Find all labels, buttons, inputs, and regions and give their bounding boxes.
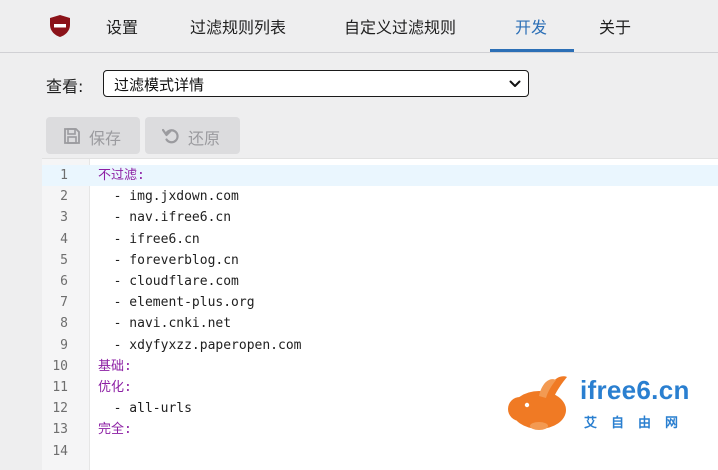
code-text: - cloudflare.com bbox=[98, 274, 239, 289]
code-line[interactable]: 5 - foreverblog.cn bbox=[42, 250, 718, 271]
code-text: - img.jxdown.com bbox=[98, 189, 239, 205]
code-text: - foreverblog.cn bbox=[98, 252, 239, 268]
code-text: 优化: bbox=[98, 380, 132, 395]
chevron-down-icon bbox=[509, 80, 521, 87]
code-line[interactable]: 2 - img.jxdown.com bbox=[42, 186, 718, 207]
line-number: 9 bbox=[60, 337, 68, 353]
line-number: 3 bbox=[60, 210, 68, 226]
line-number: 10 bbox=[52, 358, 68, 374]
undo-icon bbox=[162, 128, 179, 144]
code-text: 基础: bbox=[98, 358, 132, 374]
tab-custom-filters[interactable]: 自定义过滤规则 bbox=[344, 0, 456, 52]
line-number: 2 bbox=[60, 189, 68, 205]
save-button-label: 保存 bbox=[89, 129, 122, 148]
line-number: 1 bbox=[60, 168, 68, 183]
watermark-subtitle: 艾自由网 bbox=[584, 416, 693, 431]
code-text: 完全: bbox=[98, 422, 132, 438]
code-line[interactable]: 3 - nav.ifree6.cn bbox=[42, 207, 718, 228]
line-number: 7 bbox=[60, 295, 68, 311]
line-number: 5 bbox=[60, 252, 68, 268]
save-button[interactable]: 保存 bbox=[46, 117, 140, 154]
save-icon bbox=[64, 128, 80, 144]
watermark: ifree6.cn 艾自由网 bbox=[506, 371, 706, 435]
code-text: 不过滤: bbox=[98, 168, 145, 183]
code-text: - element-plus.org bbox=[98, 295, 255, 311]
view-select-value: 过滤模式详情 bbox=[114, 76, 205, 94]
line-number: 6 bbox=[60, 274, 68, 289]
revert-button-label: 还原 bbox=[188, 129, 221, 148]
line-number: 8 bbox=[60, 316, 68, 332]
code-line[interactable]: 9 - xdyfyxzz.paperopen.com bbox=[42, 335, 718, 356]
tab-settings[interactable]: 设置 bbox=[106, 0, 138, 52]
active-tab-indicator bbox=[490, 49, 574, 52]
view-select[interactable]: 过滤模式详情 bbox=[103, 70, 529, 97]
code-text: - navi.cnki.net bbox=[98, 316, 232, 332]
code-text: - xdyfyxzz.paperopen.com bbox=[98, 337, 302, 353]
top-nav: 设置 过滤规则列表 自定义过滤规则 开发 关于 bbox=[0, 0, 718, 53]
code-line[interactable]: 6 - cloudflare.com bbox=[42, 271, 718, 292]
line-number: 14 bbox=[52, 443, 68, 459]
rabbit-logo-icon bbox=[508, 376, 567, 430]
code-text: - all-urls bbox=[98, 401, 192, 417]
revert-button[interactable]: 还原 bbox=[145, 117, 240, 154]
tab-filter-lists[interactable]: 过滤规则列表 bbox=[190, 0, 286, 52]
code-text: - nav.ifree6.cn bbox=[98, 210, 232, 226]
code-line[interactable]: 7 - element-plus.org bbox=[42, 292, 718, 313]
view-label: 查看: bbox=[46, 77, 84, 96]
code-line[interactable]: 8 - navi.cnki.net bbox=[42, 313, 718, 334]
line-number: 4 bbox=[60, 231, 68, 247]
code-line[interactable]: 14 bbox=[42, 441, 718, 462]
code-line[interactable]: 1 不过滤: bbox=[42, 165, 718, 186]
code-text: - ifree6.cn bbox=[98, 231, 200, 247]
watermark-brand: ifree6.cn bbox=[580, 375, 690, 405]
shield-icon bbox=[50, 15, 70, 37]
tab-develop[interactable]: 开发 bbox=[515, 0, 547, 52]
line-number: 12 bbox=[52, 401, 68, 417]
tab-about[interactable]: 关于 bbox=[599, 0, 631, 52]
line-number: 11 bbox=[52, 380, 68, 395]
code-line[interactable]: 4 - ifree6.cn bbox=[42, 229, 718, 250]
line-number: 13 bbox=[52, 422, 68, 438]
